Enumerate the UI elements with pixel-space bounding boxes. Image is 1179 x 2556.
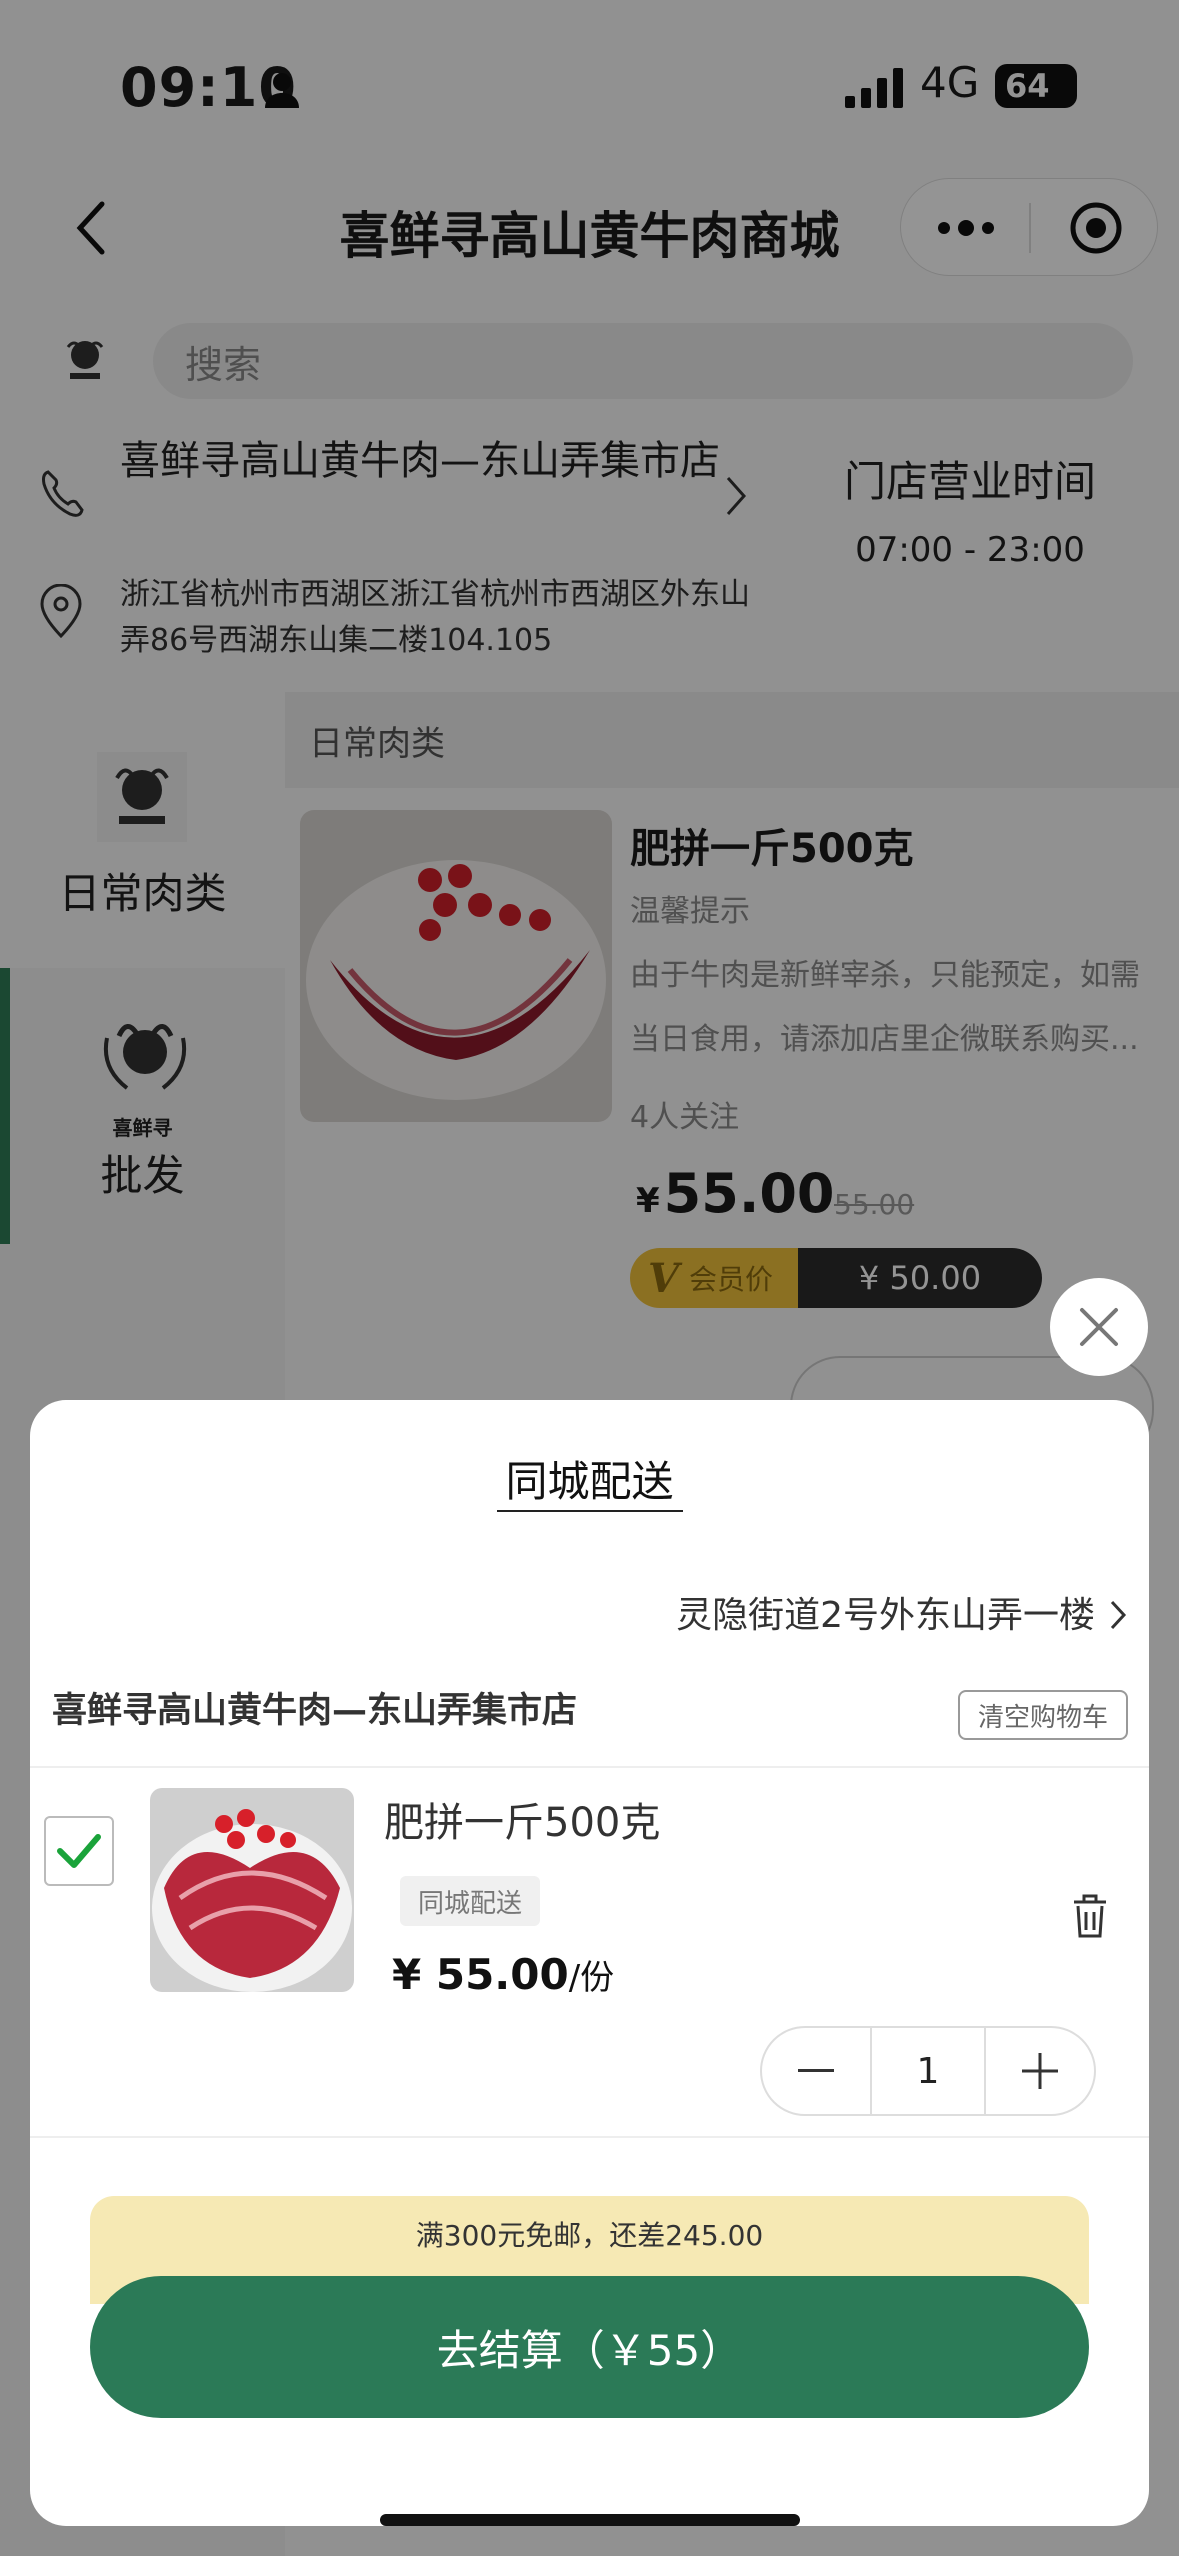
cart-item-image [150,1788,354,1992]
cart-store-name: 喜鲜寻高山黄牛肉—东山弄集市店 [52,1691,578,1731]
beef-plate-image [150,1788,354,1992]
divider [30,1766,1149,1768]
price-value: ¥ 55.00 [392,1950,569,1999]
close-icon [1080,1308,1118,1346]
cart-item-name: 肥拼一斤500克 [384,1800,661,1846]
quantity-value[interactable]: 1 [870,2028,986,2114]
cart-item-tag: 同城配送 [400,1876,541,1926]
delivery-mode-tab[interactable]: 同城配送 [30,1448,1149,1509]
clear-cart-button[interactable]: 清空购物车 [958,1690,1128,1740]
quantity-stepper: 1 [760,2026,1096,2116]
plus-icon [1022,2053,1058,2089]
price-unit: /份 [568,1958,615,1998]
close-sheet-button[interactable] [1050,1278,1148,1376]
checkout-button[interactable]: 去结算（￥55） [90,2276,1089,2418]
increase-button[interactable] [986,2028,1094,2114]
address-text: 灵隐街道2号外东山弄一楼 [676,1595,1095,1636]
minus-icon [798,2069,834,2072]
delivery-address[interactable]: 灵隐街道2号外东山弄一楼 [676,1586,1127,1638]
cart-item-price: ¥ 55.00/份 [392,1950,614,1999]
chevron-right-icon [1110,1600,1127,1630]
trash-icon[interactable] [1070,1892,1110,1940]
home-indicator[interactable] [380,2514,800,2526]
divider [30,2136,1149,2138]
item-checkbox[interactable] [44,1816,114,1886]
tab-underline [497,1510,683,1512]
cart-sheet: 同城配送 灵隐街道2号外东山弄一楼 喜鲜寻高山黄牛肉—东山弄集市店 清空购物车 … [30,1400,1149,2526]
check-icon [57,1834,101,1868]
decrease-button[interactable] [762,2028,870,2114]
